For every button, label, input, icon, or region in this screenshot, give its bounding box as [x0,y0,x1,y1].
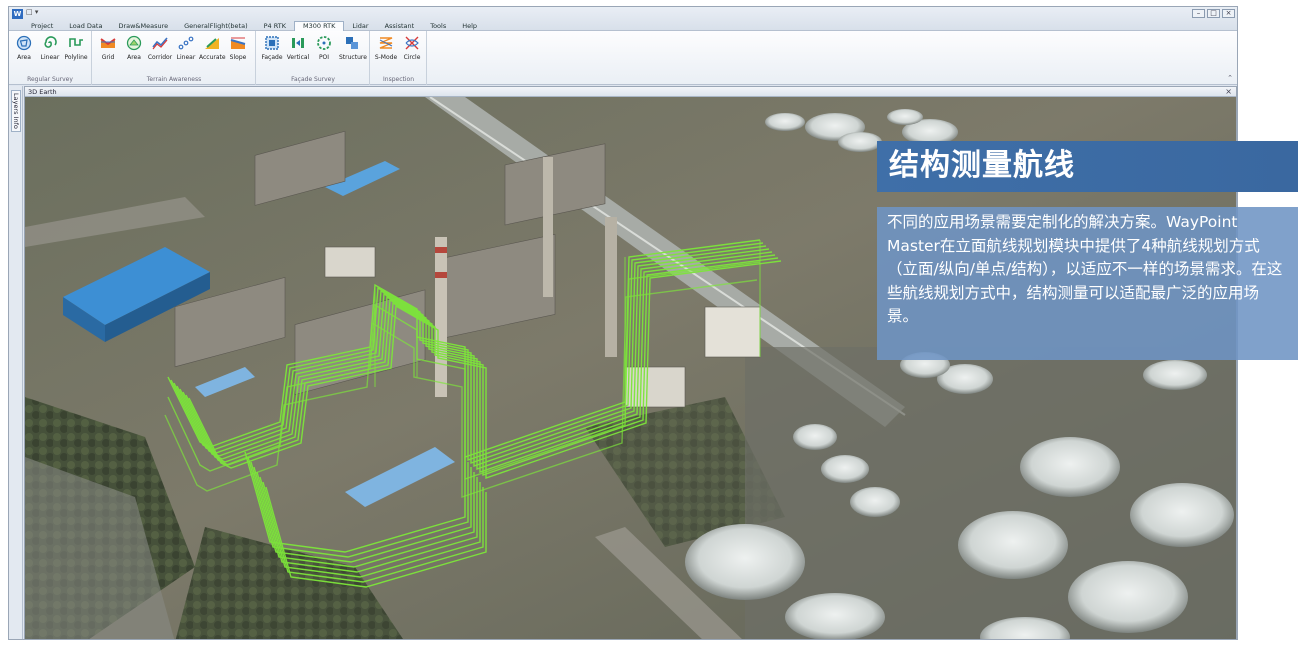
inspection-group-label: Inspection [383,76,414,83]
terrain-area-button[interactable]: Area [121,35,147,61]
poi-label: POI [318,54,330,61]
circle-mode-icon [405,36,419,50]
ribbon-collapse-icon[interactable]: ⌃ [1227,74,1233,82]
menu-lidar[interactable]: Lidar [344,21,376,31]
layers-info-tab[interactable]: Layers Info [11,90,21,132]
s-mode-label: S-Mode [374,54,398,61]
regular-polyline-label: Polyline [64,54,88,61]
viewport-title: 3D Earth [28,88,57,96]
terrain-corridor-button[interactable]: Corridor [147,35,173,61]
viewport-header: 3D Earth × [25,87,1236,97]
regular-linear-label: Linear [40,54,60,61]
terrain-slope-button[interactable]: Slope [225,35,251,61]
facade-button[interactable]: Façade [259,35,285,61]
title-bar: W □ ▾ Project Load Data Draw&Measure Gen… [9,7,1237,31]
circle-mode-button[interactable]: Circle [399,35,425,61]
area-terrain-icon [126,35,142,51]
grid-terrain-icon [100,38,116,48]
s-mode-button[interactable]: S-Mode [373,35,399,61]
slope-icon [230,37,246,49]
terrain-area-label: Area [127,54,141,61]
structure-icon [346,37,358,49]
regular-polyline-button[interactable]: Polyline [63,35,89,61]
ribbon-group-regular-survey: Area Linear Polyline Regular Survey [9,31,92,85]
app-logo-icon[interactable]: W [12,9,23,19]
accurate-icon [205,38,219,49]
minimize-button[interactable]: – [1192,9,1205,18]
regular-survey-group-label: Regular Survey [27,76,73,83]
vertical-button[interactable]: Vertical [285,35,311,61]
menu-m300-rtk[interactable]: M300 RTK [294,21,345,31]
ribbon-group-terrain-awareness: Grid Area Corridor Linear Accurate Slope [93,31,256,85]
ribbon-group-facade-survey: Façade Vertical POI Structure Façade Sur… [257,31,370,85]
facade-label: Façade [261,54,283,61]
circle-mode-label: Circle [403,54,421,61]
menu-bar: Project Load Data Draw&Measure GeneralFl… [23,21,485,31]
menu-p4-rtk[interactable]: P4 RTK [256,21,294,31]
terrain-slope-label: Slope [229,54,247,61]
close-button[interactable]: × [1222,9,1235,18]
facade-survey-group-label: Façade Survey [291,76,335,83]
polyline-icon [69,38,83,47]
terrain-corridor-label: Corridor [147,54,173,61]
layers-side-panel: Layers Info [9,86,23,639]
menu-tools[interactable]: Tools [422,21,454,31]
ribbon-group-inspection: S-Mode Circle Inspection [371,31,427,85]
menu-load-data[interactable]: Load Data [61,21,110,31]
overlay-description: 不同的应用场景需要定制化的解决方案。WayPoint Master在立面航线规划… [887,213,1283,326]
overlay-title: 结构测量航线 [889,148,1075,183]
poi-icon [317,36,331,50]
terrain-grid-button[interactable]: Grid [95,35,121,61]
menu-assistant[interactable]: Assistant [377,21,423,31]
viewport-close-icon[interactable]: × [1225,87,1232,96]
s-mode-icon [379,37,393,49]
terrain-awareness-group-label: Terrain Awareness [146,76,202,83]
menu-draw-measure[interactable]: Draw&Measure [110,21,176,31]
terrain-grid-label: Grid [101,54,115,61]
structure-label: Structure [339,54,367,61]
ribbon-toolbar: Area Linear Polyline Regular Survey Grid… [9,31,1237,85]
overlay-title-banner: 结构测量航线 [877,141,1298,192]
menu-project[interactable]: Project [23,21,61,31]
terrain-accurate-label: Accurate [199,54,226,61]
regular-area-button[interactable]: Area [11,35,37,61]
area-polygon-icon [16,35,32,51]
linear-terrain-icon [178,36,194,50]
regular-linear-button[interactable]: Linear [37,35,63,61]
menu-general-flight[interactable]: GeneralFlight(beta) [176,21,256,31]
maximize-button[interactable]: □ [1207,9,1220,18]
structure-button[interactable]: Structure [339,35,367,61]
regular-area-label: Area [17,54,31,61]
window-controls: – □ × [1192,9,1235,18]
quick-access-toolbar[interactable]: □ ▾ [26,8,38,16]
terrain-linear-label: Linear [176,54,196,61]
corridor-icon [152,37,168,50]
terrain-linear-button[interactable]: Linear [173,35,199,61]
overlay-description-panel: 不同的应用场景需要定制化的解决方案。WayPoint Master在立面航线规划… [877,207,1298,360]
linear-spiral-icon [44,36,57,48]
poi-button[interactable]: POI [311,35,337,61]
vertical-label: Vertical [286,54,310,61]
facade-icon [265,36,279,50]
terrain-accurate-button[interactable]: Accurate [199,35,226,61]
vertical-icon [292,38,304,48]
menu-help[interactable]: Help [454,21,485,31]
